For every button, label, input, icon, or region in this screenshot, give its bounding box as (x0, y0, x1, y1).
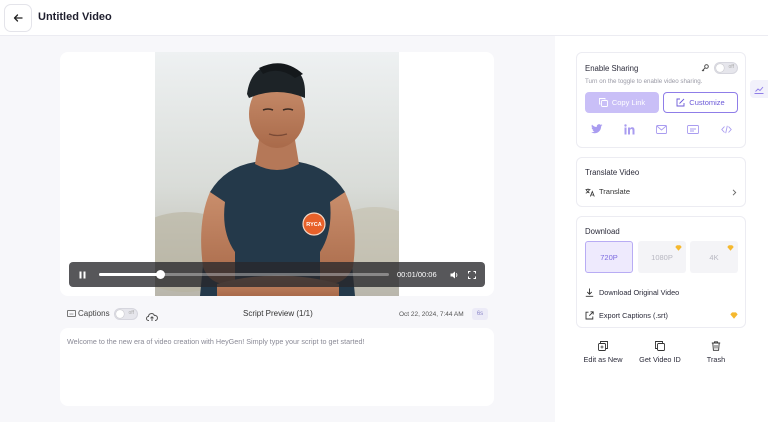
share-embed-button[interactable] (686, 122, 700, 136)
fullscreen-button[interactable] (465, 262, 479, 287)
share-email-button[interactable] (654, 122, 668, 136)
translate-card: Translate Video Translate (576, 157, 746, 207)
trash-icon (711, 341, 721, 351)
edit-as-new-label: Edit as New (583, 355, 623, 364)
player-controls: 00:01/00:06 (69, 262, 485, 287)
time-display: 00:01/00:06 (397, 270, 437, 279)
translate-label: Translate (599, 187, 630, 196)
download-original-label: Download Original Video (599, 287, 680, 297)
premium-gem-icon (727, 245, 734, 251)
resolution-label: 1080P (651, 252, 673, 262)
avatar-video-image: RYCA (155, 52, 399, 296)
duplicate-icon (598, 341, 608, 351)
share-twitter-button[interactable] (590, 122, 604, 136)
embed-icon (687, 124, 699, 134)
sharing-card: Enable Sharing off Turn on the toggle to… (576, 52, 746, 148)
get-video-id-label: Get Video ID (639, 355, 681, 364)
customize-label: Customize (689, 98, 725, 107)
download-original-button[interactable]: Download Original Video (585, 286, 679, 298)
customize-button[interactable]: Customize (663, 92, 738, 113)
resolution-720p[interactable]: 720P (585, 241, 633, 273)
key-icon (701, 64, 709, 72)
copy-icon (655, 341, 665, 351)
script-card[interactable]: Welcome to the new era of video creation… (60, 328, 494, 406)
external-link-icon (585, 310, 594, 319)
edit-as-new-button[interactable]: Edit as New (580, 341, 626, 364)
export-captions-button[interactable]: Export Captions (.srt) (585, 309, 739, 321)
side-panel-toggle[interactable] (750, 80, 768, 98)
translate-title: Translate Video (585, 168, 640, 177)
edit-icon (676, 98, 685, 107)
download-title: Download (585, 227, 620, 236)
code-icon (720, 125, 732, 133)
shirt-badge-text: RYCA (306, 222, 321, 228)
download-card: Download 720P 1080P 4K Download Original… (576, 216, 746, 328)
captions-icon: cc (67, 310, 76, 317)
trash-button[interactable]: Trash (700, 341, 732, 364)
script-text: Welcome to the new era of video creation… (67, 337, 365, 346)
cloud-upload-icon (146, 313, 158, 321)
copy-link-button[interactable]: Copy Link (585, 92, 659, 113)
copy-link-label: Copy Link (611, 98, 646, 107)
progress-bar[interactable] (99, 270, 389, 279)
duration-badge: 6s (472, 308, 488, 320)
chart-icon (754, 86, 764, 94)
copy-icon (598, 98, 608, 107)
script-preview-label: Script Preview (1/1) (243, 309, 313, 318)
sharing-title: Enable Sharing (585, 64, 639, 73)
download-icon (585, 288, 594, 297)
created-date: Oct 22, 2024, 7:44 AM (399, 311, 464, 318)
captions-label: Captions (78, 309, 110, 318)
volume-icon (450, 271, 457, 278)
translate-icon (585, 188, 595, 197)
sharing-hint: Turn on the toggle to enable video shari… (585, 78, 703, 85)
video-card: RYCA (60, 52, 494, 296)
back-button[interactable] (4, 4, 32, 32)
toggle-knob (116, 310, 124, 318)
toggle-knob (716, 64, 724, 72)
upload-cloud-button[interactable] (146, 309, 158, 327)
linkedin-icon (623, 123, 634, 134)
page-title: Untitled Video (38, 11, 112, 23)
resolution-label: 720P (600, 252, 618, 262)
volume-button[interactable] (447, 262, 461, 287)
top-bar: Untitled Video (0, 0, 768, 36)
premium-gem-icon (675, 245, 682, 251)
progress-fill (99, 273, 160, 276)
trash-label: Trash (706, 355, 726, 364)
video-meta-row: cc Captions off Script Preview (1/1) Oct… (60, 306, 494, 324)
captions-toggle[interactable]: off (114, 308, 138, 320)
main-panel: RYCA 00:01/00:06 cc Captions off Script (0, 36, 555, 422)
twitter-icon (591, 124, 603, 134)
arrow-left-icon (13, 14, 23, 22)
pause-button[interactable] (75, 262, 89, 287)
resolution-label: 4K (709, 252, 719, 262)
toggle-state-text: off (728, 64, 734, 70)
mail-icon (655, 124, 667, 134)
premium-gem-icon (730, 312, 738, 319)
share-code-button[interactable] (719, 122, 733, 136)
pause-icon (79, 271, 85, 278)
get-video-id-button[interactable]: Get Video ID (636, 341, 684, 364)
sharing-toggle[interactable]: off (714, 62, 738, 74)
toggle-state-text: off (128, 310, 134, 316)
export-captions-label: Export Captions (.srt) (599, 310, 668, 320)
share-linkedin-button[interactable] (622, 122, 636, 136)
translate-item[interactable]: Translate (585, 186, 739, 200)
fullscreen-icon (468, 270, 476, 279)
video-frame[interactable]: RYCA (155, 52, 399, 296)
progress-thumb[interactable] (155, 270, 165, 279)
chevron-right-icon (732, 189, 737, 196)
